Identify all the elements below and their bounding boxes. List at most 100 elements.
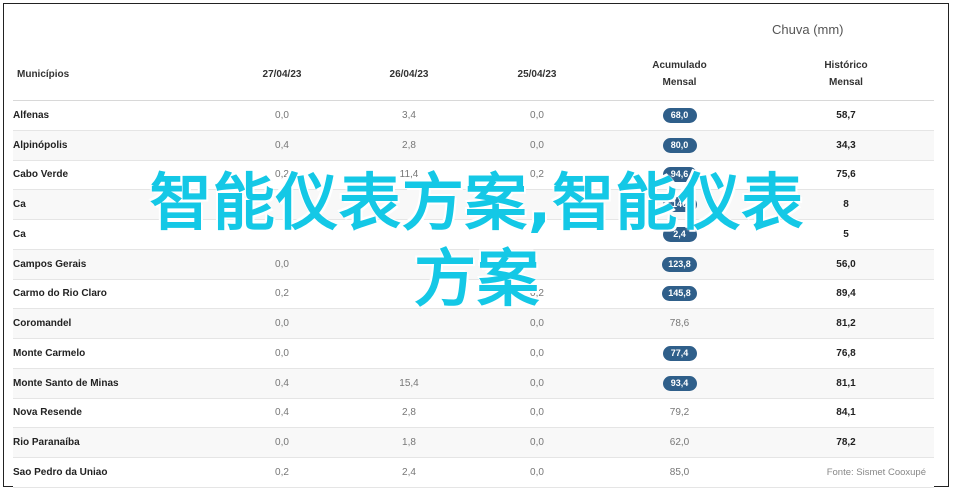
header-acumulado-line2: Mensal: [662, 77, 697, 88]
acumulado-badge: 145,8: [662, 286, 697, 302]
municipio-name: Rio Paranaíba: [13, 427, 219, 458]
value-date-3: [473, 219, 601, 250]
municipio-name: Carmo do Rio Claro: [13, 279, 219, 310]
historico-value: 56,0: [758, 249, 934, 280]
value-date-1: 0,2: [219, 160, 345, 191]
value-date-3: 0,0: [473, 368, 601, 399]
header-acumulado-line1: Acumulado: [652, 60, 707, 71]
value-date-2: 15,4: [345, 368, 473, 399]
value-date-2: [345, 279, 473, 310]
acumulado-cell: 62,0: [601, 427, 758, 458]
historico-value: 8: [758, 189, 934, 220]
municipio-name: Coromandel: [13, 308, 219, 339]
acumulado-value: 79,2: [669, 407, 690, 419]
acumulado-value: 62,0: [669, 437, 690, 449]
value-date-1: 0,0: [219, 338, 345, 369]
unit-title: Chuva (mm): [772, 22, 844, 37]
table-row: Carmo do Rio Claro 0,2 0,2 145,8 89,4: [13, 279, 934, 310]
municipio-name: Sao Pedro da Uniao: [13, 457, 219, 488]
table-row: Nova Resende 0,4 2,8 0,0 79,2 84,1: [13, 398, 934, 429]
historico-value: 78,2: [758, 427, 934, 458]
value-date-3: 0,0: [473, 398, 601, 429]
municipio-name: Ca: [13, 189, 219, 220]
value-date-2: 2,8: [345, 398, 473, 429]
table-row: Sao Pedro da Uniao 0,2 2,4 0,0 85,0: [13, 457, 934, 488]
historico-value: 34,3: [758, 130, 934, 161]
municipio-name: Ca: [13, 219, 219, 250]
value-date-3: 0,0: [473, 130, 601, 161]
header-historico-line2: Mensal: [829, 77, 863, 88]
header-date-2: 26/04/23: [345, 48, 473, 101]
value-date-2: [345, 219, 473, 250]
table-row: Ca 2,4 5: [13, 219, 934, 250]
rainfall-table: Municípios 27/04/23 26/04/23 25/04/23 Ac…: [13, 48, 934, 488]
header-date-3: 25/04/23: [473, 48, 601, 101]
value-date-2: 11,4: [345, 160, 473, 191]
acumulado-cell: 85,0: [601, 457, 758, 488]
acumulado-cell: 140: [601, 189, 758, 220]
value-date-3: 0,0: [473, 427, 601, 458]
acumulado-cell: 123,8: [601, 249, 758, 280]
municipio-name: Monte Santo de Minas: [13, 368, 219, 399]
header-acumulado: Acumulado Mensal: [601, 48, 758, 101]
table-row: Cabo Verde 0,2 11,4 0,2 94,6 75,6: [13, 160, 934, 191]
value-date-3: 0,2: [473, 279, 601, 310]
historico-value: 81,1: [758, 368, 934, 399]
value-date-2: [345, 308, 473, 339]
value-date-3: 0,0: [473, 308, 601, 339]
historico-value: 89,4: [758, 279, 934, 310]
table-row: Alfenas 0,0 3,4 0,0 68,0 58,7: [13, 100, 934, 131]
acumulado-badge: 93,4: [662, 375, 697, 391]
acumulado-cell: 68,0: [601, 100, 758, 131]
value-date-3: 0,2: [473, 160, 601, 191]
value-date-1: 0,0: [219, 427, 345, 458]
acumulado-cell: 2,4: [601, 219, 758, 250]
value-date-2: [345, 338, 473, 369]
table-frame: Chuva (mm) Municípios 27/04/23 26/04/23 …: [3, 3, 949, 488]
historico-value: 84,1: [758, 398, 934, 429]
table-row: Ca 140 8: [13, 189, 934, 220]
municipio-name: Cabo Verde: [13, 160, 219, 191]
municipio-name: Nova Resende: [13, 398, 219, 429]
value-date-3: 0,0: [473, 457, 601, 488]
value-date-2: 3,4: [345, 100, 473, 131]
value-date-3: [473, 249, 601, 280]
value-date-1: 0,0: [219, 308, 345, 339]
historico-value: 76,8: [758, 338, 934, 369]
acumulado-value: 85,0: [669, 466, 690, 478]
historico-value: 58,7: [758, 100, 934, 131]
acumulado-cell: 94,6: [601, 160, 758, 191]
table-row: Monte Carmelo 0,0 0,0 77,4 76,8: [13, 338, 934, 369]
value-date-2: [345, 249, 473, 280]
value-date-1: 0,0: [219, 100, 345, 131]
acumulado-badge: 2,4: [662, 226, 697, 242]
table-row: Rio Paranaíba 0,0 1,8 0,0 62,0 78,2: [13, 427, 934, 458]
table-body: Alfenas 0,0 3,4 0,0 68,0 58,7 Alpinópolis 0,4 2,…: [13, 100, 934, 488]
value-date-1: 0,4: [219, 130, 345, 161]
acumulado-badge: 77,4: [662, 345, 697, 361]
value-date-2: [345, 189, 473, 220]
acumulado-cell: 145,8: [601, 279, 758, 310]
value-date-3: 0,0: [473, 338, 601, 369]
table-row: Campos Gerais 0,0 123,8 56,0: [13, 249, 934, 280]
acumulado-cell: 78,6: [601, 308, 758, 339]
acumulado-badge: 94,6: [662, 167, 697, 183]
value-date-2: 1,8: [345, 427, 473, 458]
historico-value: 81,2: [758, 308, 934, 339]
municipio-name: Alpinópolis: [13, 130, 219, 161]
header-historico: Histórico Mensal: [758, 48, 934, 101]
header-historico-line1: Histórico: [824, 60, 868, 71]
acumulado-cell: 79,2: [601, 398, 758, 429]
header-date-1: 27/04/23: [219, 48, 345, 101]
acumulado-badge: 68,0: [662, 107, 697, 123]
value-date-1: 0,4: [219, 368, 345, 399]
historico-value: 75,6: [758, 160, 934, 191]
acumulado-badge: 140: [662, 197, 697, 213]
historico-value: 5: [758, 219, 934, 250]
value-date-1: [219, 219, 345, 250]
table-row: Alpinópolis 0,4 2,8 0,0 80,0 34,3: [13, 130, 934, 161]
value-date-1: 0,2: [219, 279, 345, 310]
acumulado-value: 78,6: [669, 318, 690, 330]
acumulado-badge: 80,0: [662, 137, 697, 153]
source-note: Fonte: Sismet Cooxupé: [826, 467, 926, 478]
